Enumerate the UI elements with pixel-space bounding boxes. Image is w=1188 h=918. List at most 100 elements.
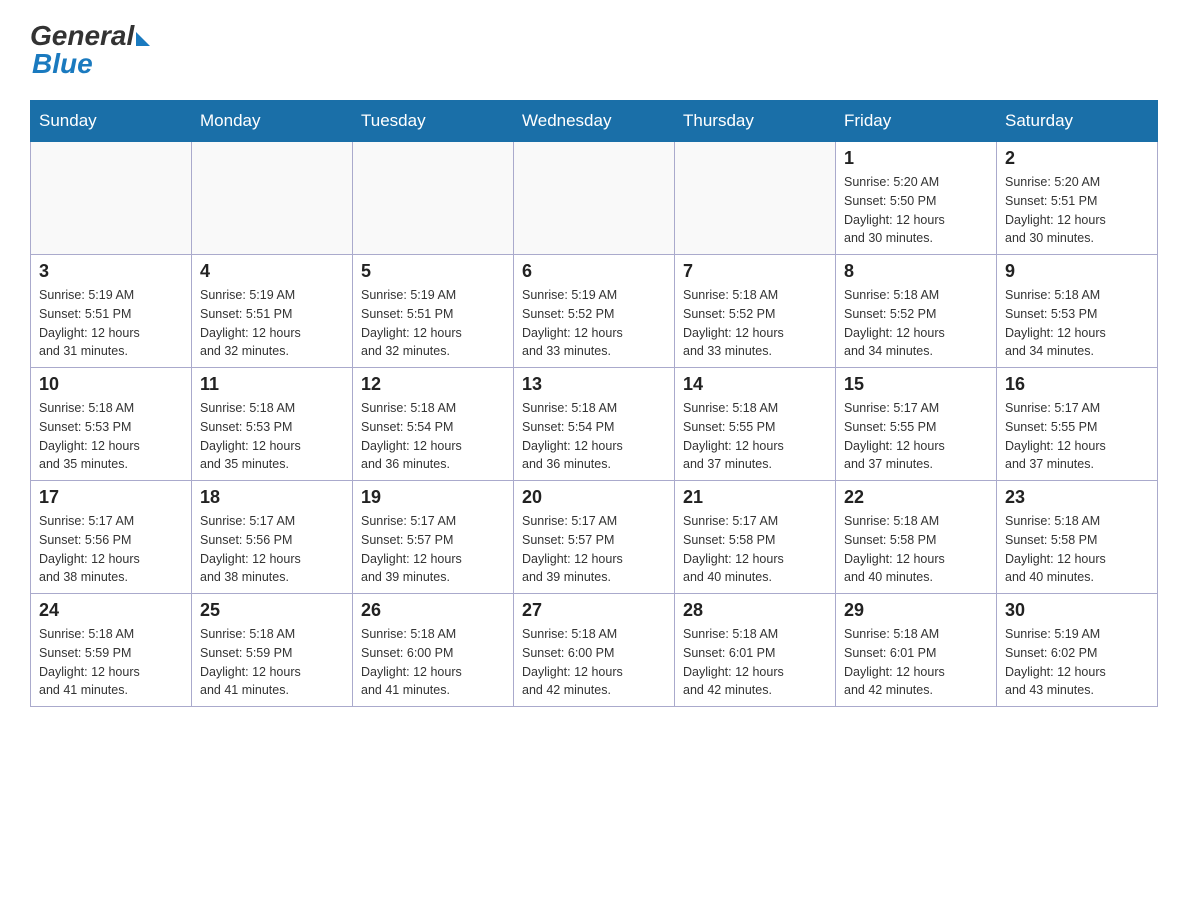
week-row-1: 1 Sunrise: 5:20 AM Sunset: 5:50 PM Daylig… <box>31 142 1158 255</box>
day-info: Sunrise: 5:18 AM Sunset: 5:53 PM Dayligh… <box>1005 286 1149 361</box>
table-row: 9 Sunrise: 5:18 AM Sunset: 5:53 PM Daylig… <box>997 255 1158 368</box>
day-number: 25 <box>200 600 344 621</box>
header-tuesday: Tuesday <box>353 101 514 142</box>
table-row: 20 Sunrise: 5:17 AM Sunset: 5:57 PM Dayli… <box>514 481 675 594</box>
table-row: 25 Sunrise: 5:18 AM Sunset: 5:59 PM Dayli… <box>192 594 353 707</box>
table-row: 23 Sunrise: 5:18 AM Sunset: 5:58 PM Dayli… <box>997 481 1158 594</box>
table-row <box>192 142 353 255</box>
table-row: 18 Sunrise: 5:17 AM Sunset: 5:56 PM Dayli… <box>192 481 353 594</box>
logo: General Blue <box>30 20 150 80</box>
table-row: 24Sunrise: 5:18 AM Sunset: 5:59 PM Dayli… <box>31 594 192 707</box>
table-row: 7 Sunrise: 5:18 AM Sunset: 5:52 PM Daylig… <box>675 255 836 368</box>
day-number: 3 <box>39 261 183 282</box>
day-info: Sunrise: 5:20 AM Sunset: 5:50 PM Dayligh… <box>844 173 988 248</box>
day-info: Sunrise: 5:18 AM Sunset: 5:52 PM Dayligh… <box>683 286 827 361</box>
day-info: Sunrise: 5:18 AM Sunset: 5:58 PM Dayligh… <box>1005 512 1149 587</box>
day-number: 15 <box>844 374 988 395</box>
day-info: Sunrise: 5:17 AM Sunset: 5:57 PM Dayligh… <box>522 512 666 587</box>
day-number: 9 <box>1005 261 1149 282</box>
table-row: 22 Sunrise: 5:18 AM Sunset: 5:58 PM Dayli… <box>836 481 997 594</box>
page-header: General Blue <box>30 20 1158 80</box>
day-number: 7 <box>683 261 827 282</box>
table-row: 15 Sunrise: 5:17 AM Sunset: 5:55 PM Dayli… <box>836 368 997 481</box>
header-wednesday: Wednesday <box>514 101 675 142</box>
day-number: 21 <box>683 487 827 508</box>
table-row: 13 Sunrise: 5:18 AM Sunset: 5:54 PM Dayli… <box>514 368 675 481</box>
day-info: Sunrise: 5:20 AM Sunset: 5:51 PM Dayligh… <box>1005 173 1149 248</box>
day-info: Sunrise: 5:18 AM Sunset: 6:00 PM Dayligh… <box>522 625 666 700</box>
table-row: 8 Sunrise: 5:18 AM Sunset: 5:52 PM Daylig… <box>836 255 997 368</box>
table-row: 29Sunrise: 5:18 AM Sunset: 6:01 PM Dayli… <box>836 594 997 707</box>
day-number: 19 <box>361 487 505 508</box>
header-monday: Monday <box>192 101 353 142</box>
table-row: 21 Sunrise: 5:17 AM Sunset: 5:58 PM Dayli… <box>675 481 836 594</box>
day-number: 8 <box>844 261 988 282</box>
day-number: 11 <box>200 374 344 395</box>
table-row: 27 Sunrise: 5:18 AM Sunset: 6:00 PM Dayli… <box>514 594 675 707</box>
table-row: 11 Sunrise: 5:18 AM Sunset: 5:53 PM Dayli… <box>192 368 353 481</box>
table-row: 3Sunrise: 5:19 AM Sunset: 5:51 PM Daylig… <box>31 255 192 368</box>
logo-arrow-icon <box>136 32 150 46</box>
day-number: 6 <box>522 261 666 282</box>
table-row: 26 Sunrise: 5:18 AM Sunset: 6:00 PM Dayli… <box>353 594 514 707</box>
table-row: 10 Sunrise: 5:18 AM Sunset: 5:53 PM Dayli… <box>31 368 192 481</box>
table-row: 14 Sunrise: 5:18 AM Sunset: 5:55 PM Dayli… <box>675 368 836 481</box>
table-row <box>353 142 514 255</box>
day-info: Sunrise: 5:19 AM Sunset: 5:51 PM Dayligh… <box>361 286 505 361</box>
header-sunday: Sunday <box>31 101 192 142</box>
day-info: Sunrise: 5:19 AM Sunset: 5:51 PM Dayligh… <box>200 286 344 361</box>
day-info: Sunrise: 5:18 AM Sunset: 5:59 PM Dayligh… <box>200 625 344 700</box>
day-info: Sunrise: 5:18 AM Sunset: 6:00 PM Dayligh… <box>361 625 505 700</box>
day-number: 5 <box>361 261 505 282</box>
day-number: 1 <box>844 148 988 169</box>
week-row-4: 17 Sunrise: 5:17 AM Sunset: 5:56 PM Dayli… <box>31 481 1158 594</box>
day-number: 2 <box>1005 148 1149 169</box>
day-info: Sunrise: 5:18 AM Sunset: 6:01 PM Dayligh… <box>683 625 827 700</box>
week-row-5: 24Sunrise: 5:18 AM Sunset: 5:59 PM Dayli… <box>31 594 1158 707</box>
table-row: 30 Sunrise: 5:19 AM Sunset: 6:02 PM Dayli… <box>997 594 1158 707</box>
week-row-2: 3 Sunrise: 5:19 AM Sunset: 5:51 PM Daylig… <box>31 255 1158 368</box>
table-row: 2 Sunrise: 5:20 AM Sunset: 5:51 PM Daylig… <box>997 142 1158 255</box>
day-info: Sunrise: 5:18 AM Sunset: 6:01 PM Dayligh… <box>844 625 988 700</box>
calendar-table: SundayMondayTuesdayWednesdayThursdayFrid… <box>30 100 1158 707</box>
day-number: 27 <box>522 600 666 621</box>
day-info: Sunrise: 5:18 AM Sunset: 5:52 PM Dayligh… <box>844 286 988 361</box>
table-row: 4Sunrise: 5:19 AM Sunset: 5:51 PM Daylig… <box>192 255 353 368</box>
day-number: 26 <box>361 600 505 621</box>
day-info: Sunrise: 5:18 AM Sunset: 5:54 PM Dayligh… <box>522 399 666 474</box>
table-row: 1 Sunrise: 5:20 AM Sunset: 5:50 PM Daylig… <box>836 142 997 255</box>
day-number: 18 <box>200 487 344 508</box>
day-info: Sunrise: 5:19 AM Sunset: 5:52 PM Dayligh… <box>522 286 666 361</box>
day-number: 22 <box>844 487 988 508</box>
day-number: 17 <box>39 487 183 508</box>
day-info: Sunrise: 5:18 AM Sunset: 5:54 PM Dayligh… <box>361 399 505 474</box>
day-number: 23 <box>1005 487 1149 508</box>
table-row: 28 Sunrise: 5:18 AM Sunset: 6:01 PM Dayli… <box>675 594 836 707</box>
table-row <box>514 142 675 255</box>
day-info: Sunrise: 5:18 AM Sunset: 5:53 PM Dayligh… <box>200 399 344 474</box>
day-info: Sunrise: 5:17 AM Sunset: 5:55 PM Dayligh… <box>1005 399 1149 474</box>
day-info: Sunrise: 5:17 AM Sunset: 5:57 PM Dayligh… <box>361 512 505 587</box>
day-info: Sunrise: 5:19 AM Sunset: 6:02 PM Dayligh… <box>1005 625 1149 700</box>
day-info: Sunrise: 5:17 AM Sunset: 5:56 PM Dayligh… <box>39 512 183 587</box>
table-row: 6 Sunrise: 5:19 AM Sunset: 5:52 PM Daylig… <box>514 255 675 368</box>
day-number: 10 <box>39 374 183 395</box>
day-info: Sunrise: 5:18 AM Sunset: 5:58 PM Dayligh… <box>844 512 988 587</box>
table-row <box>31 142 192 255</box>
day-number: 13 <box>522 374 666 395</box>
day-info: Sunrise: 5:18 AM Sunset: 5:55 PM Dayligh… <box>683 399 827 474</box>
day-number: 28 <box>683 600 827 621</box>
day-info: Sunrise: 5:17 AM Sunset: 5:56 PM Dayligh… <box>200 512 344 587</box>
day-info: Sunrise: 5:18 AM Sunset: 5:53 PM Dayligh… <box>39 399 183 474</box>
table-row: 5 Sunrise: 5:19 AM Sunset: 5:51 PM Daylig… <box>353 255 514 368</box>
header-friday: Friday <box>836 101 997 142</box>
week-row-3: 10 Sunrise: 5:18 AM Sunset: 5:53 PM Dayli… <box>31 368 1158 481</box>
day-info: Sunrise: 5:17 AM Sunset: 5:55 PM Dayligh… <box>844 399 988 474</box>
day-number: 20 <box>522 487 666 508</box>
day-number: 30 <box>1005 600 1149 621</box>
table-row: 16Sunrise: 5:17 AM Sunset: 5:55 PM Dayli… <box>997 368 1158 481</box>
day-number: 14 <box>683 374 827 395</box>
day-info: Sunrise: 5:17 AM Sunset: 5:58 PM Dayligh… <box>683 512 827 587</box>
day-info: Sunrise: 5:18 AM Sunset: 5:59 PM Dayligh… <box>39 625 183 700</box>
table-row <box>675 142 836 255</box>
